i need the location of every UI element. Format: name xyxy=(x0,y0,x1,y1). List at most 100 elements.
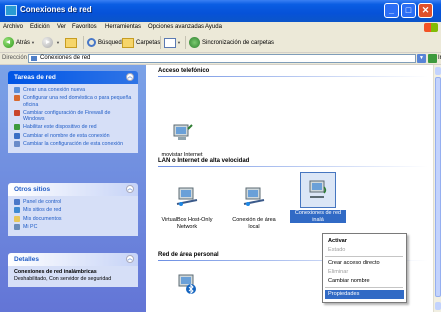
connection-bluetooth[interactable] xyxy=(159,267,215,304)
network-tasks-body: Crear una conexión nueva Configurar una … xyxy=(8,84,138,154)
toolbar-separator xyxy=(160,36,161,49)
views-button[interactable]: ▼ xyxy=(164,36,181,49)
task-create-connection[interactable]: Crear una conexión nueva xyxy=(14,87,132,93)
details-name: Conexiones de red inalámbricas xyxy=(14,269,97,275)
other-places-header[interactable]: Otros sitios ︽ xyxy=(8,183,138,196)
place-network-places[interactable]: Mis sitios de red xyxy=(14,207,132,214)
task-label: Cambiar configuración de Firewall de Win… xyxy=(23,109,111,123)
maximize-button[interactable]: □ xyxy=(401,3,416,18)
address-dropdown-button[interactable]: ▼ xyxy=(417,54,426,63)
task-label: Cambiar el nombre de esta conexión xyxy=(23,132,110,139)
sync-label: Sincronización de carpetas xyxy=(202,39,275,46)
other-places-title: Otros sitios xyxy=(14,186,51,193)
place-label: Mis sitios de red xyxy=(23,207,62,214)
scroll-down-button[interactable] xyxy=(435,302,441,310)
menu-item-crear-acceso-directo[interactable]: Crear acceso directo xyxy=(328,260,380,266)
back-button[interactable]: Atrás ▼ xyxy=(3,36,35,49)
search-button[interactable]: Búsqueda xyxy=(87,36,125,49)
details-panel: Detalles ︽ Conexiones de red inalámbrica… xyxy=(8,253,138,287)
connection-label: VirtualBox Host-Only Network xyxy=(161,217,213,230)
close-button[interactable]: ✕ xyxy=(418,3,433,18)
details-header[interactable]: Detalles ︽ xyxy=(8,253,138,266)
address-input[interactable]: Conexiones de red xyxy=(28,54,416,63)
toolbar-separator xyxy=(185,36,186,49)
rename-icon xyxy=(14,132,20,139)
task-label: Configurar una red doméstica o para pequ… xyxy=(23,95,132,108)
place-label: Mi PC xyxy=(23,223,38,230)
search-icon xyxy=(87,38,96,47)
connection-label: Conexiones de red inalá xyxy=(290,210,346,223)
chevron-down-icon[interactable]: ▼ xyxy=(56,40,60,45)
my-documents-icon xyxy=(14,215,20,222)
group-divider xyxy=(158,166,428,167)
title-bar[interactable]: Conexiones de red _ □ ✕ xyxy=(0,0,441,22)
sync-icon xyxy=(189,37,200,48)
task-rename-connection[interactable]: Cambiar el nombre de esta conexión xyxy=(14,132,132,139)
menu-item-estado: Estado xyxy=(328,247,346,253)
menu-ayuda[interactable]: Ayuda xyxy=(205,24,222,30)
folders-button[interactable]: Carpetas xyxy=(122,36,160,49)
details-title: Detalles xyxy=(14,256,39,263)
windows-logo-icon xyxy=(424,23,438,32)
collapse-icon[interactable]: ︽ xyxy=(126,73,134,81)
folders-icon xyxy=(122,37,134,48)
menu-archivo[interactable]: Archivo xyxy=(3,24,23,30)
place-my-computer[interactable]: Mi PC xyxy=(14,223,132,230)
task-firewall[interactable]: Cambiar configuración de Firewall de Win… xyxy=(14,109,132,123)
firewall-icon xyxy=(14,109,20,116)
minimize-button[interactable]: _ xyxy=(384,3,399,18)
context-menu: Activar Estado Crear acceso directo Elim… xyxy=(322,233,407,303)
network-tasks-panel: Tareas de red ︽ Crear una conexión nueva… xyxy=(8,71,138,154)
place-my-documents[interactable]: Mis documentos xyxy=(14,215,132,222)
menu-opciones-avanzadas[interactable]: Opciones avanzadas xyxy=(148,24,204,30)
bluetooth-connection-icon xyxy=(170,267,204,301)
task-enable-device[interactable]: Habilitar este dispositivo de red xyxy=(14,124,132,131)
connection-label: Conexión de área local xyxy=(232,217,276,230)
forward-button[interactable]: ▼ xyxy=(42,36,60,49)
task-label: Cambiar la configuración de esta conexió… xyxy=(23,141,124,148)
my-computer-icon xyxy=(14,223,20,230)
task-home-network[interactable]: Configurar una red doméstica o para pequ… xyxy=(14,95,132,108)
group-divider xyxy=(158,76,428,77)
menu-item-propiedades[interactable]: Propiedades xyxy=(325,290,404,299)
place-label: Panel de control xyxy=(23,199,62,205)
scroll-up-button[interactable] xyxy=(435,67,441,75)
place-control-panel[interactable]: Panel de control xyxy=(14,199,132,205)
scrollbar-thumb[interactable] xyxy=(435,77,441,297)
menu-herramientas[interactable]: Herramientas xyxy=(105,24,141,30)
menu-edicion[interactable]: Edición xyxy=(30,24,50,30)
up-folder-button[interactable] xyxy=(65,36,79,49)
connection-local-area[interactable]: Conexión de área local xyxy=(226,180,282,230)
lan-connection-icon xyxy=(170,180,204,214)
go-icon[interactable] xyxy=(428,54,437,63)
vertical-scrollbar[interactable] xyxy=(433,65,441,312)
collapse-icon[interactable]: ︽ xyxy=(126,185,134,193)
wireless-connection-icon xyxy=(300,172,336,208)
menu-item-activar[interactable]: Activar xyxy=(328,238,347,244)
chevron-down-icon[interactable]: ▼ xyxy=(31,40,35,45)
menu-separator xyxy=(325,287,403,288)
toolbar-separator xyxy=(83,36,84,49)
network-tasks-header[interactable]: Tareas de red ︽ xyxy=(8,71,138,84)
address-bar: Dirección Conexiones de red ▼ Ir xyxy=(0,53,441,65)
menu-ver[interactable]: Ver xyxy=(57,24,66,30)
other-places-body: Panel de control Mis sitios de red Mis d… xyxy=(8,196,138,237)
control-panel-icon xyxy=(14,199,20,205)
connection-movistar[interactable]: movistar Internet xyxy=(154,115,210,159)
place-label: Mis documentos xyxy=(23,215,62,222)
collapse-icon[interactable]: ︽ xyxy=(126,255,134,263)
menu-favoritos[interactable]: Favoritos xyxy=(72,24,97,30)
chevron-down-icon[interactable]: ▼ xyxy=(177,40,181,45)
toolbar: Atrás ▼ ▼ Búsqueda Carpetas ▼ Sincroniza… xyxy=(0,33,441,53)
dialup-connection-icon xyxy=(165,115,199,149)
connection-virtualbox[interactable]: VirtualBox Host-Only Network xyxy=(159,180,215,230)
group-title: Acceso telefónico xyxy=(158,68,210,74)
sync-folders-button[interactable]: Sincronización de carpetas xyxy=(189,36,274,49)
details-description: Deshabilitado, Con servidor de seguridad xyxy=(14,276,112,283)
enable-device-icon xyxy=(14,124,20,131)
menu-item-cambiar-nombre[interactable]: Cambiar nombre xyxy=(328,278,370,284)
group-title: LAN o Internet de alta velocidad xyxy=(158,158,250,164)
menu-item-eliminar: Eliminar xyxy=(328,269,349,275)
task-change-settings[interactable]: Cambiar la configuración de esta conexió… xyxy=(14,141,132,148)
connection-wireless[interactable]: Conexiones de red inalá xyxy=(290,172,346,223)
